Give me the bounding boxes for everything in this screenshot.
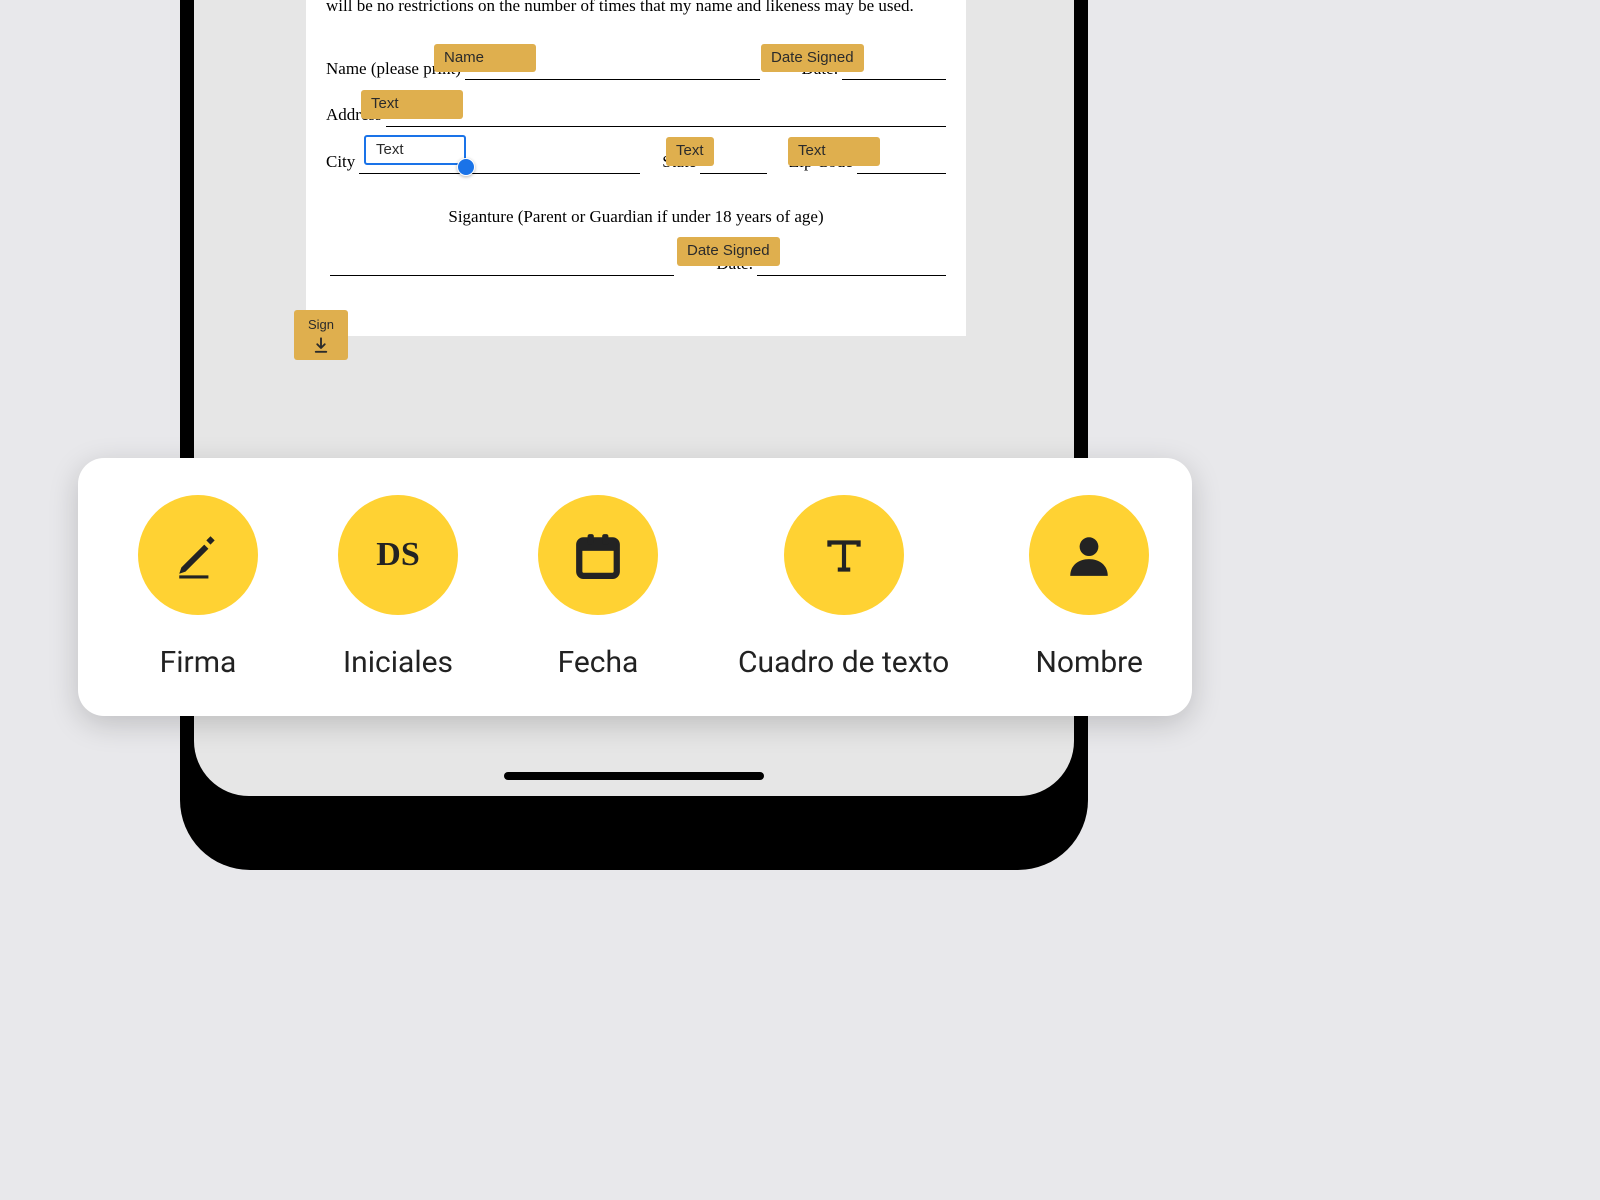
field-types-toolbar: Firma DS Iniciales Fecha Cuadro de texto… — [78, 458, 1192, 716]
field-line — [386, 126, 946, 127]
field-line — [465, 79, 760, 80]
toolbar-label: Firma — [160, 645, 237, 680]
toolbar-label: Fecha — [558, 645, 639, 680]
doc-paragraph: I further understand the master tape rem… — [326, 0, 946, 18]
initials-text: DS — [376, 536, 419, 574]
field-label-city: City — [326, 151, 355, 174]
tag-date-signed-2[interactable]: Date Signed — [677, 237, 780, 265]
calendar-icon — [538, 495, 658, 615]
toolbar-item-date[interactable]: Fecha — [538, 495, 658, 680]
document-page: production mentioned above, whether by f… — [306, 0, 966, 336]
sign-label: Sign — [308, 316, 334, 334]
tag-date-signed[interactable]: Date Signed — [761, 44, 864, 72]
field-line — [330, 275, 674, 276]
tag-text-city-selected[interactable]: Text — [364, 135, 466, 165]
tag-text-state[interactable]: Text — [666, 137, 714, 165]
toolbar-label: Nombre — [1036, 645, 1143, 680]
arrow-down-icon — [312, 336, 330, 354]
tag-text-address[interactable]: Text — [361, 90, 463, 118]
toolbar-item-name[interactable]: Nombre — [1029, 495, 1149, 680]
text-icon — [784, 495, 904, 615]
initials-icon: DS — [338, 495, 458, 615]
signature-icon — [138, 495, 258, 615]
field-line — [359, 173, 640, 174]
tag-text-zip[interactable]: Text — [788, 137, 880, 165]
field-line — [757, 275, 946, 276]
toolbar-item-initials[interactable]: DS Iniciales — [338, 495, 458, 680]
toolbar-item-textbox[interactable]: Cuadro de texto — [738, 495, 949, 680]
field-line — [857, 173, 946, 174]
toolbar-item-signature[interactable]: Firma — [138, 495, 258, 680]
tag-sign[interactable]: Sign — [294, 310, 348, 360]
toolbar-label: Cuadro de texto — [738, 645, 949, 680]
field-line — [700, 173, 767, 174]
person-icon — [1029, 495, 1149, 615]
tag-name[interactable]: Name — [434, 44, 536, 72]
field-line — [842, 79, 946, 80]
tag-label: Text — [376, 141, 404, 158]
signature-caption: Siganture (Parent or Guardian if under 1… — [326, 206, 946, 229]
home-indicator — [504, 772, 764, 780]
phone-frame: production mentioned above, whether by f… — [180, 0, 1088, 870]
toolbar-label: Iniciales — [343, 645, 453, 680]
